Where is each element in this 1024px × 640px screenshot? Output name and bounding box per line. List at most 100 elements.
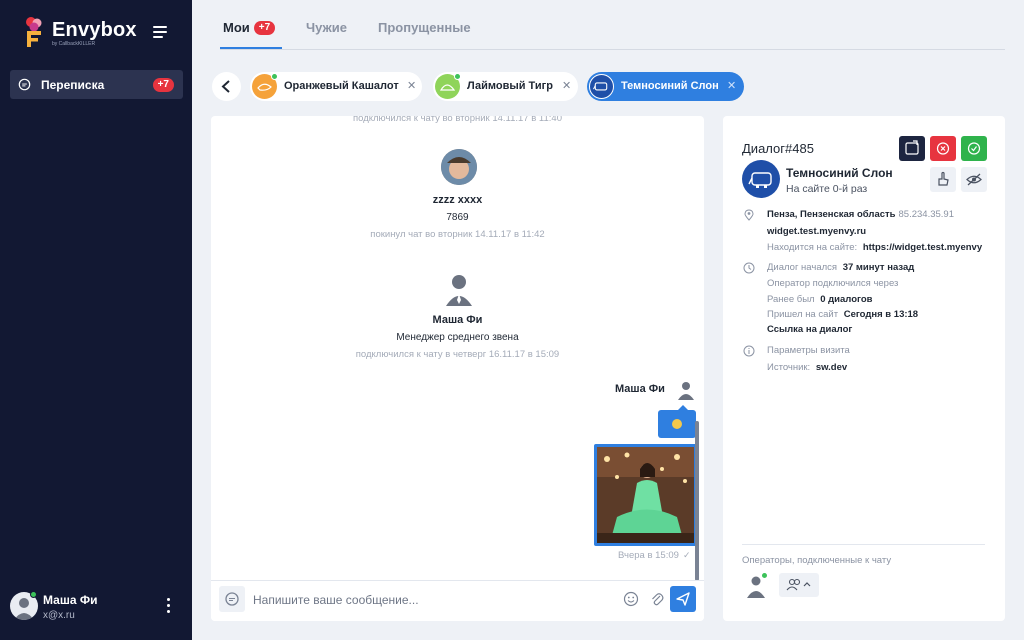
started-value: 37 минут назад	[842, 262, 915, 273]
dialog-info-panel: Диалог#485 Темносиний Слон На сайте 0-й …	[723, 116, 1005, 621]
sidebar-item-badge: +7	[152, 78, 174, 92]
active-tab-indicator	[220, 47, 282, 49]
op-connected-label: Оператор подключился через	[767, 278, 899, 289]
close-icon[interactable]: ✕	[727, 79, 736, 92]
visit-params: Параметры визита	[767, 345, 850, 356]
brand-name: Envybox	[52, 19, 137, 41]
info-icon	[743, 345, 755, 357]
ip-value: 85.234.35.91	[898, 209, 954, 220]
transfer-icon	[905, 140, 919, 155]
close-icon[interactable]: ✕	[562, 79, 571, 92]
chat-chip-name: Оранжевый Кашалот	[284, 80, 399, 92]
operator-connected: Оператор подключился через	[767, 278, 898, 289]
sidebar-item-messages[interactable]: Переписка +7	[10, 70, 183, 99]
send-button[interactable]	[670, 586, 696, 612]
chat-panel: подключился к чату во вторник 14.11.17 в…	[211, 116, 704, 621]
participant-role: Менеджер среднего звена	[396, 332, 519, 343]
more-vertical-icon[interactable]	[165, 598, 171, 614]
tab-mine[interactable]: Мои +7	[223, 20, 276, 37]
location-value: Пенза, Пензенская область	[767, 209, 896, 220]
message-bubble-emoji[interactable]	[658, 405, 696, 438]
user-name: Маша Фи	[43, 593, 98, 607]
hide-button[interactable]	[961, 167, 987, 192]
chat-bubble-icon	[18, 78, 31, 91]
logo-icon	[26, 17, 42, 47]
on-site-label: Находится на сайте:	[767, 242, 858, 253]
tab-others[interactable]: Чужие	[306, 20, 347, 35]
site-value: widget.test.myenvy.ru	[767, 226, 867, 237]
visit-source: Источник: sw.dev	[767, 362, 847, 373]
send-icon	[676, 592, 690, 606]
check-icon: ✓	[683, 550, 691, 560]
complete-dialog-button[interactable]	[961, 136, 987, 161]
arrived-on-site: Пришел на сайт Сегодня в 13:18	[767, 309, 918, 320]
clock-icon	[743, 262, 755, 274]
event-time: покинул чат во вторник 14.11.17 в 11:42	[370, 229, 545, 240]
emoji-picker-icon[interactable]	[623, 591, 639, 607]
system-event-left: zzzz xxxx 7869 покинул чат во вторник 14…	[211, 194, 704, 240]
close-icon[interactable]: ✕	[407, 79, 416, 92]
visitor-name: Темносиний Слон	[786, 166, 893, 180]
chat-chip-lime-tiger[interactable]: Лаймовый Тигр ✕	[433, 72, 578, 101]
chevron-left-icon	[221, 80, 230, 93]
check-circle-icon	[967, 142, 981, 155]
before-value: 0 диалогов	[820, 294, 873, 305]
online-status-dot	[271, 73, 278, 80]
location-pin-icon	[744, 209, 754, 221]
on-site-value[interactable]: https://widget.test.myenvy	[863, 242, 982, 253]
like-button[interactable]	[930, 167, 956, 192]
chat-chip-name: Лаймовый Тигр	[467, 80, 553, 92]
dialog-started: Диалог начался 37 минут назад	[767, 262, 914, 273]
quick-replies-button[interactable]	[219, 586, 245, 612]
message-input[interactable]	[253, 591, 613, 609]
message-photo[interactable]	[594, 444, 697, 546]
online-status-dot	[454, 73, 461, 80]
scrollbar[interactable]	[695, 421, 699, 581]
system-message: подключился к чату во вторник 14.11.17 в…	[352, 116, 562, 124]
tab-missed[interactable]: Пропущенные	[378, 20, 471, 35]
visitor-visits: На сайте 0-й раз	[786, 183, 868, 195]
message-author: Маша Фи	[615, 383, 665, 395]
came-value: Сегодня в 13:18	[843, 309, 919, 320]
chat-chip-orange-whale[interactable]: Оранжевый Кашалот ✕	[250, 72, 422, 101]
dialog-link[interactable]: Ссылка на диалог	[767, 324, 852, 335]
close-circle-icon	[936, 142, 950, 155]
close-dialog-button[interactable]	[930, 136, 956, 161]
chat-bubble-icon	[225, 592, 239, 606]
visitor-current-page: Находится на сайте: https://widget.test.…	[767, 242, 982, 253]
dialog-title: Диалог#485	[742, 141, 814, 156]
menu-toggle-icon[interactable]	[153, 26, 167, 38]
participant-name: zzzz xxxx	[432, 194, 483, 206]
current-user: Маша Фи x@x.ru	[10, 590, 185, 626]
visitor-site: widget.test.myenvy.ru	[767, 226, 866, 237]
back-button[interactable]	[212, 72, 241, 101]
sidebar-item-label: Переписка	[41, 78, 105, 92]
link-label: Ссылка на диалог	[767, 324, 853, 335]
transfer-dialog-button[interactable]	[899, 136, 925, 161]
online-status-dot	[30, 591, 37, 598]
woman-in-green-dress-photo	[597, 447, 694, 543]
conversation-tabs: Мои +7 Чужие Пропущенные	[220, 0, 1005, 50]
came-label: Пришел на сайт	[767, 309, 839, 320]
event-time: подключился к чату в четверг 16.11.17 в …	[355, 349, 560, 360]
divider	[742, 544, 985, 545]
participant-role: 7869	[446, 212, 469, 223]
user-silhouette-icon	[446, 275, 472, 306]
chat-chip-dark-blue-elephant[interactable]: Темносиний Слон ✕	[587, 72, 744, 101]
tab-mine-label: Мои	[223, 20, 250, 35]
elephant-icon	[748, 172, 772, 188]
users-icon	[786, 578, 811, 591]
visitor-location: Пенза, Пензенская область 85.234.35.91	[767, 209, 954, 220]
participant-avatar	[441, 149, 477, 185]
system-event-joined: Маша Фи Менеджер среднего звена подключи…	[211, 314, 704, 360]
add-operator-button[interactable]	[779, 573, 819, 597]
chat-chip-name: Темносиний Слон	[621, 80, 719, 92]
hand-icon	[938, 171, 949, 186]
user-email: x@x.ru	[43, 610, 75, 621]
operator-avatar	[441, 270, 477, 306]
attach-icon[interactable]	[649, 591, 665, 607]
tab-mine-badge: +7	[253, 21, 276, 35]
person-photo-icon	[441, 149, 477, 185]
previous-dialogs: Ранее был 0 диалогов	[767, 294, 872, 305]
user-silhouette-icon	[678, 382, 694, 400]
